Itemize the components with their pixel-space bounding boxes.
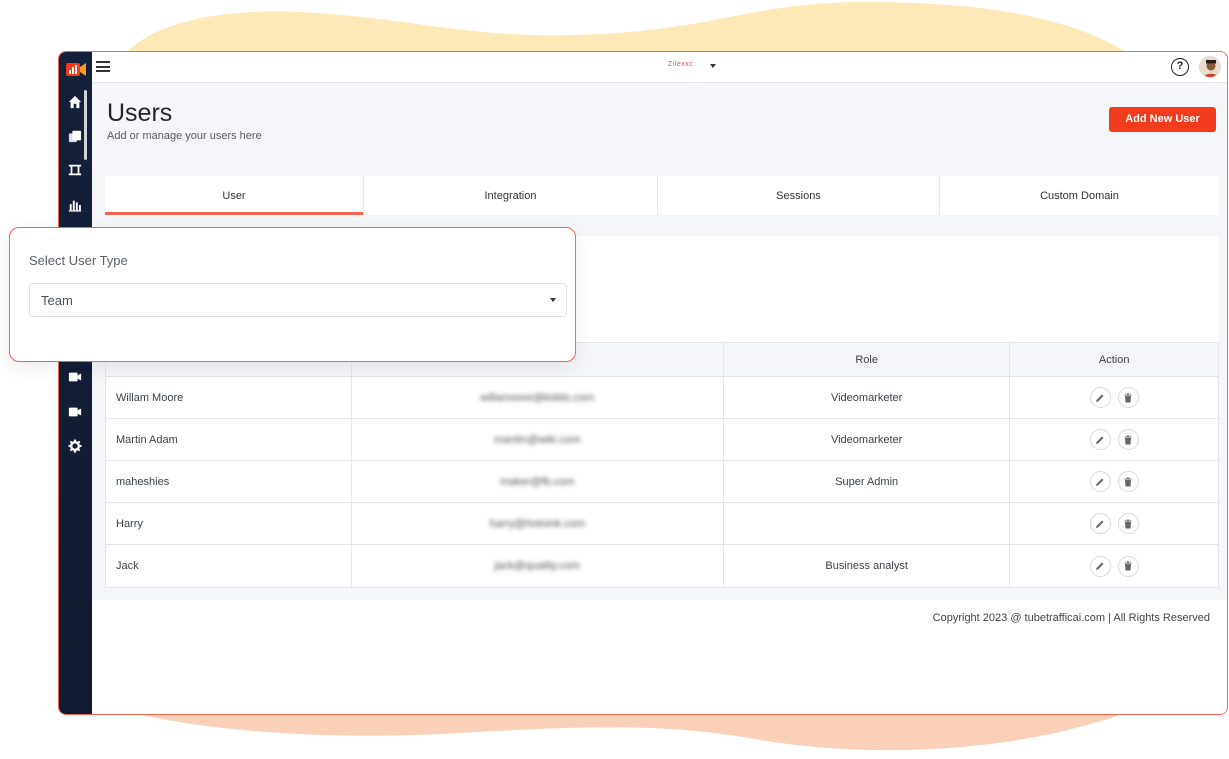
edit-user-button[interactable] — [1089, 387, 1111, 408]
app-logo-icon — [66, 63, 86, 76]
edit-user-button[interactable] — [1089, 429, 1111, 450]
table-row: Jack jack@quality.com Business analyst — [106, 545, 1218, 587]
tab-integration[interactable]: Integration — [364, 176, 658, 215]
user-role: Videomarketer — [724, 419, 1011, 460]
user-role: Videomarketer — [724, 377, 1011, 418]
user-role: Super Admin — [724, 461, 1011, 502]
tab-label: Integration — [484, 189, 537, 202]
tab-label: User — [222, 189, 246, 202]
edit-user-button[interactable] — [1089, 555, 1111, 577]
delete-user-button[interactable] — [1117, 513, 1139, 534]
delete-user-button[interactable] — [1117, 429, 1139, 450]
table-row: Willam Moore willamoore@kiddo.com Videom… — [106, 377, 1218, 419]
frame-icon[interactable] — [67, 162, 83, 178]
avatar-portrait-icon — [1200, 57, 1220, 77]
pencil-icon — [1096, 478, 1104, 486]
user-role: Business analyst — [724, 545, 1011, 587]
trash-icon — [1124, 477, 1132, 486]
help-icon[interactable]: ? — [1171, 58, 1189, 76]
sidebar — [59, 52, 92, 714]
copyright-text: Copyright 2023 @ tubetrafficai.com | All… — [932, 612, 1210, 624]
trash-icon — [1124, 561, 1132, 571]
video-library-icon[interactable] — [67, 404, 83, 420]
chevron-down-icon — [550, 298, 556, 302]
workspace-dropdown-caret-icon[interactable] — [710, 64, 716, 68]
user-name: maheshies — [106, 461, 352, 502]
add-new-user-button[interactable]: Add New User — [1109, 107, 1216, 132]
pencil-icon — [1096, 520, 1104, 528]
user-role — [724, 503, 1011, 544]
delete-user-button[interactable] — [1117, 555, 1139, 577]
tab-label: Custom Domain — [1040, 189, 1119, 202]
sidebar-scrollbar[interactable] — [84, 90, 87, 160]
select-user-type-label: Select User Type — [29, 253, 128, 268]
settings-gear-icon[interactable] — [67, 438, 83, 454]
copy-icon[interactable] — [67, 128, 83, 144]
tab-custom-domain[interactable]: Custom Domain — [940, 176, 1219, 215]
workspace-name[interactable]: Zilexxc — [668, 61, 693, 68]
delete-user-button[interactable] — [1117, 471, 1139, 492]
page-subtitle: Add or manage your users here — [107, 130, 262, 142]
avatar[interactable] — [1199, 56, 1221, 78]
tab-label: Sessions — [776, 189, 821, 202]
user-email: jack@quality.com — [494, 560, 581, 572]
tab-user[interactable]: User — [105, 176, 364, 215]
user-name: Willam Moore — [106, 377, 352, 418]
menu-toggle-icon[interactable] — [96, 61, 110, 72]
top-bar: Zilexxc ? — [92, 52, 1227, 83]
user-name: Martin Adam — [106, 419, 352, 460]
delete-user-button[interactable] — [1117, 387, 1139, 408]
trash-icon — [1124, 435, 1132, 444]
user-email: harry@hotoink.com — [489, 517, 586, 530]
user-email: willamoore@kiddo.com — [480, 391, 595, 404]
trash-icon — [1124, 393, 1132, 402]
edit-user-button[interactable] — [1089, 471, 1111, 492]
tab-bar: User Integration Sessions Custom Domain — [105, 176, 1219, 215]
video-camera-icon[interactable] — [67, 369, 83, 385]
pencil-icon — [1096, 394, 1104, 402]
pencil-icon — [1096, 562, 1104, 570]
stage: Zilexxc ? Users Add or manage your users… — [0, 0, 1229, 759]
tab-sessions[interactable]: Sessions — [658, 176, 940, 215]
app-window: Zilexxc ? Users Add or manage your users… — [58, 51, 1228, 715]
trash-icon — [1124, 519, 1132, 528]
user-name: Harry — [106, 503, 352, 544]
footer: Copyright 2023 @ tubetrafficai.com | All… — [92, 600, 1227, 714]
column-header-role: Role — [724, 343, 1011, 376]
user-email: maker@fb.com — [499, 475, 575, 488]
user-email: mantin@wiki.com — [494, 433, 581, 446]
pencil-icon — [1096, 436, 1104, 444]
table-row: Martin Adam mantin@wiki.com Videomarkete… — [106, 419, 1218, 461]
user-type-selected-value: Team — [41, 293, 73, 308]
home-icon[interactable] — [67, 94, 83, 110]
edit-user-button[interactable] — [1089, 513, 1111, 534]
user-name: Jack — [106, 545, 352, 587]
user-type-select[interactable]: Team — [29, 283, 567, 317]
table-row: maheshies maker@fb.com Super Admin — [106, 461, 1218, 503]
table-row: Harry harry@hotoink.com — [106, 503, 1218, 545]
user-type-popup: Select User Type Team — [9, 227, 576, 362]
page-title: Users — [107, 99, 173, 127]
users-table: Role Action Willam Moore willamoore@kidd… — [105, 342, 1219, 588]
analytics-icon[interactable] — [67, 197, 83, 213]
column-header-action: Action — [1098, 353, 1130, 366]
